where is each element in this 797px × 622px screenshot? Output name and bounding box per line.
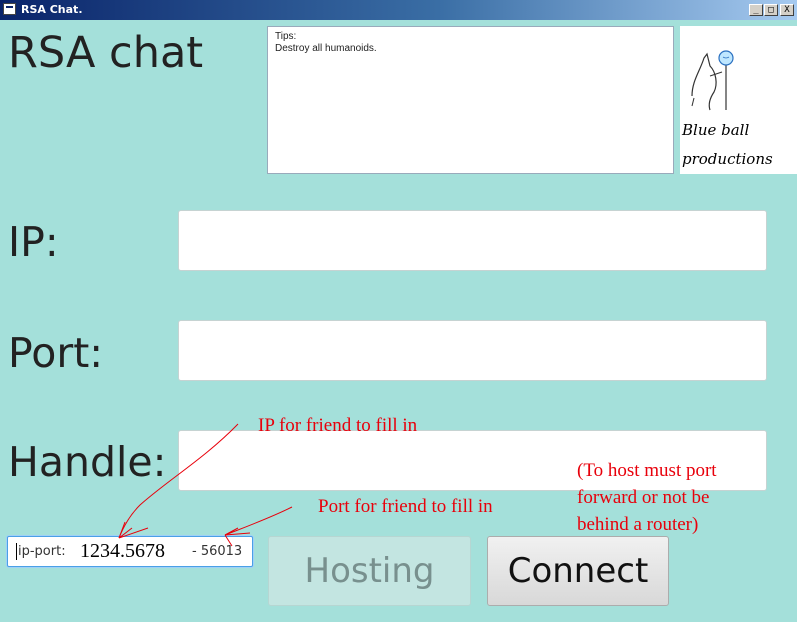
- hosting-button[interactable]: Hosting: [268, 536, 471, 606]
- port-annotation: Port for friend to fill in: [318, 496, 493, 517]
- ip-input[interactable]: [178, 210, 767, 271]
- minimize-button[interactable]: _: [749, 4, 763, 16]
- app-icon: [3, 3, 16, 15]
- maximize-button[interactable]: □: [764, 4, 778, 16]
- ip-label: IP:: [8, 218, 59, 266]
- logo-text-line2: productions: [682, 150, 773, 168]
- ip-annotation: IP for friend to fill in: [258, 415, 418, 436]
- window-title: RSA Chat.: [21, 3, 83, 16]
- logo-drawing: [691, 50, 734, 111]
- tips-text: Destroy all humanoids.: [275, 43, 377, 54]
- host-annotation-line3: behind a router): [577, 514, 699, 535]
- ip-port-field[interactable]: ip-port: 1234.5678 - 56013: [7, 536, 253, 567]
- logo-panel: Blue ball productions: [680, 26, 797, 174]
- host-annotation-line1: (To host must port: [577, 460, 717, 481]
- title-bar[interactable]: RSA Chat. _ □ X: [0, 0, 797, 20]
- ip-port-ip-value: 1234.5678: [80, 540, 165, 562]
- port-arrow-line: [224, 506, 293, 536]
- host-annotation-line2: forward or not be: [577, 487, 710, 508]
- app-heading: RSA chat: [8, 28, 204, 78]
- ip-port-port-value: - 56013: [192, 544, 243, 559]
- connect-button[interactable]: Connect: [487, 536, 669, 606]
- logo-text-line1: Blue ball: [682, 121, 750, 139]
- port-label: Port:: [8, 329, 104, 377]
- app-window: RSA Chat. _ □ X RSA chat Tips: Destroy a…: [0, 0, 797, 622]
- tips-heading: Tips:: [275, 31, 297, 42]
- port-input[interactable]: [178, 320, 767, 381]
- ip-port-label: ip-port:: [18, 544, 66, 559]
- text-cursor: [16, 543, 17, 560]
- tips-panel: Tips: Destroy all humanoids.: [267, 26, 674, 174]
- close-button[interactable]: X: [780, 4, 794, 16]
- handle-label: Handle:: [8, 438, 167, 486]
